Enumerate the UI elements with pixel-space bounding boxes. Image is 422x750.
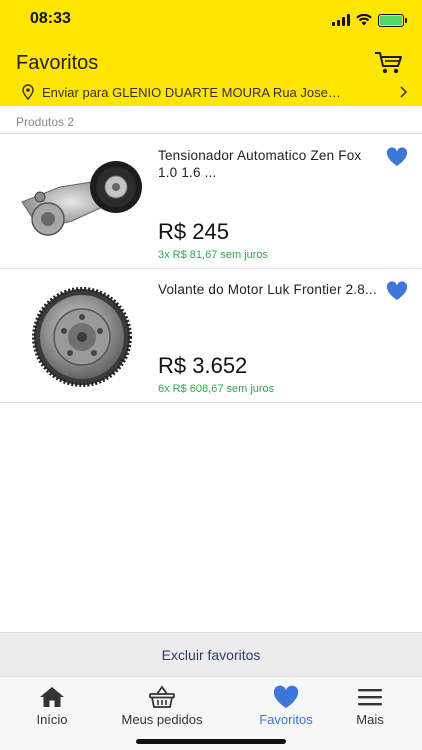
belt-tensioner-image bbox=[21, 161, 142, 236]
product-installments: 3x R$ 81,67 sem juros bbox=[158, 249, 269, 261]
product-name[interactable]: Volante do Motor Luk Frontier 2.8... bbox=[158, 281, 378, 298]
heart-icon[interactable] bbox=[386, 281, 408, 301]
shipping-address-text: Enviar para GLENIO DUARTE MOURA Rua Jose… bbox=[42, 85, 341, 100]
chevron-right-icon bbox=[400, 86, 408, 98]
tab-label: Mais bbox=[356, 712, 384, 727]
heart-icon bbox=[273, 685, 299, 708]
tab-label: Início bbox=[36, 712, 68, 727]
status-time: 08:33 bbox=[30, 10, 71, 27]
location-pin-icon bbox=[22, 84, 34, 100]
page-title: Favoritos bbox=[16, 52, 99, 74]
app-header: 08:33 Favoritos Enviar para GLENIO DUART… bbox=[0, 0, 422, 106]
home-icon bbox=[40, 687, 64, 707]
menu-icon bbox=[358, 689, 382, 706]
tab-meus-pedidos[interactable]: Meus pedidos bbox=[112, 685, 212, 727]
list-item[interactable]: Tensionador Automatico Zen Fox 1.0 1.6 .… bbox=[0, 135, 422, 269]
product-count: Produtos 2 bbox=[16, 115, 75, 129]
tab-mais[interactable]: Mais bbox=[320, 685, 420, 727]
list-item[interactable]: Volante do Motor Luk Frontier 2.8... R$ … bbox=[0, 269, 422, 403]
status-icons bbox=[332, 12, 407, 28]
product-count-bar: Produtos 2 bbox=[0, 110, 422, 134]
wifi-icon bbox=[356, 14, 372, 26]
product-price: R$ 245 bbox=[158, 219, 229, 244]
status-bar: 08:33 bbox=[0, 0, 422, 40]
signal-icon bbox=[332, 14, 350, 26]
tab-label: Meus pedidos bbox=[121, 712, 203, 727]
product-name[interactable]: Tensionador Automatico Zen Fox 1.0 1.6 .… bbox=[158, 147, 378, 181]
product-price: R$ 3.652 bbox=[158, 353, 248, 378]
home-indicator bbox=[136, 739, 286, 744]
heart-icon[interactable] bbox=[386, 147, 408, 167]
product-installments: 6x R$ 608,67 sem juros bbox=[158, 383, 275, 395]
delete-favorites-button[interactable]: Excluir favoritos bbox=[0, 632, 422, 676]
cart-icon[interactable] bbox=[374, 50, 404, 76]
battery-icon bbox=[378, 13, 407, 27]
tab-inicio[interactable]: Início bbox=[2, 685, 102, 727]
shipping-address-bar[interactable]: Enviar para GLENIO DUARTE MOURA Rua Jose… bbox=[0, 80, 422, 104]
basket-icon bbox=[149, 685, 175, 708]
delete-favorites-label: Excluir favoritos bbox=[161, 646, 261, 663]
flywheel-image bbox=[32, 287, 132, 387]
